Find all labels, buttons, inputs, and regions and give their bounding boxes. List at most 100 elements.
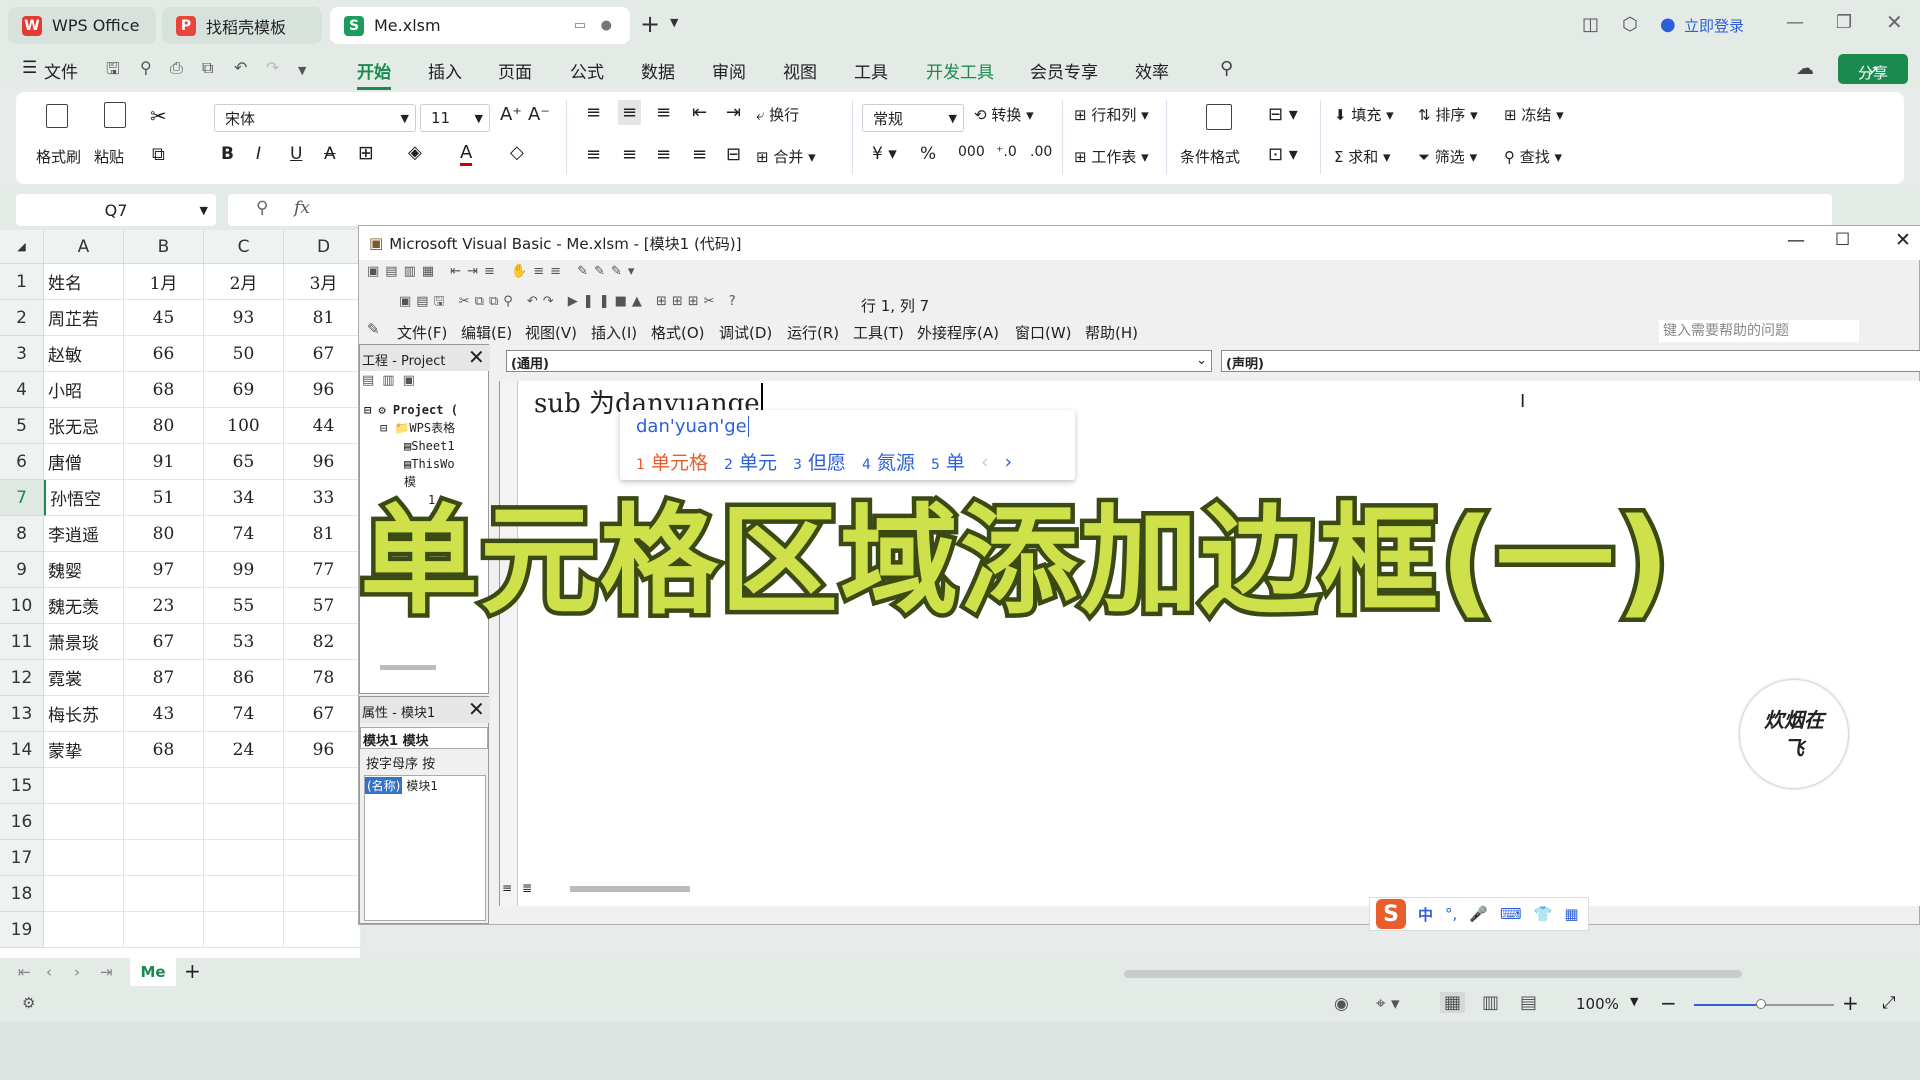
table-cell[interactable] xyxy=(124,804,204,840)
toolbox-icon[interactable]: ▦ xyxy=(1564,905,1578,923)
table-cell[interactable]: 李逍遥 xyxy=(44,516,124,552)
row-header[interactable]: 10 xyxy=(0,588,44,624)
table-cell[interactable]: 霓裳 xyxy=(44,660,124,696)
border-icon[interactable]: ⊞ xyxy=(358,142,374,164)
microphone-icon[interactable]: 🎤 xyxy=(1469,905,1488,923)
menu-efficiency[interactable]: 效率 xyxy=(1135,58,1169,83)
underline-icon[interactable]: U xyxy=(290,144,302,164)
copy-icon[interactable]: ⧉ xyxy=(152,144,165,165)
column-header-a[interactable]: A xyxy=(44,230,124,264)
location-icon[interactable]: ⌖ ▾ xyxy=(1376,994,1400,1014)
row-header[interactable]: 13 xyxy=(0,696,44,732)
table-cell[interactable] xyxy=(284,804,364,840)
column-header-b[interactable]: B xyxy=(124,230,204,264)
code-scrollbar[interactable] xyxy=(570,886,690,892)
table-cell[interactable]: 77 xyxy=(284,552,364,588)
tab-template[interactable]: P 找稻壳模板 xyxy=(162,7,322,44)
table-cell[interactable]: 78 xyxy=(284,660,364,696)
table-cell[interactable]: 99 xyxy=(204,552,284,588)
table-cell[interactable]: 43 xyxy=(124,696,204,732)
hamburger-icon[interactable]: ☰ xyxy=(22,58,37,78)
table-cell[interactable] xyxy=(44,840,124,876)
convert-button[interactable]: ⟲ 转换 ▾ xyxy=(974,104,1034,125)
table-cell[interactable]: 唐僧 xyxy=(44,444,124,480)
tree-node-wps[interactable]: ⊟ 📁WPS表格 xyxy=(364,419,488,437)
table-cell[interactable]: 80 xyxy=(124,408,204,444)
italic-icon[interactable]: I xyxy=(256,144,261,164)
table-cell[interactable]: 100 xyxy=(204,408,284,444)
decrease-font-icon[interactable]: A⁻ xyxy=(528,104,550,125)
sort-button[interactable]: ⇅ 排序 ▾ xyxy=(1418,104,1478,125)
fill-button[interactable]: ⬇ 填充 ▾ xyxy=(1334,104,1394,125)
row-header[interactable]: 12 xyxy=(0,660,44,696)
increase-decimal-icon[interactable]: ⁺.0 xyxy=(996,144,1017,160)
currency-icon[interactable]: ¥ ▾ xyxy=(872,144,897,164)
vba-menu-file[interactable]: 文件(F) xyxy=(397,322,447,343)
number-format-select[interactable]: 常规 ▼ xyxy=(862,104,964,132)
table-cell[interactable]: 57 xyxy=(284,588,364,624)
page-break-icon[interactable]: ▤ xyxy=(1520,992,1537,1013)
row-header[interactable]: 14 xyxy=(0,732,44,768)
table-cell[interactable]: 82 xyxy=(284,624,364,660)
sidebar-toggle-icon[interactable]: ◫ xyxy=(1582,14,1599,35)
vba-menu-window[interactable]: 窗口(W) xyxy=(1015,322,1072,343)
table-cell[interactable] xyxy=(204,768,284,804)
table-cell[interactable]: 23 xyxy=(124,588,204,624)
row-header[interactable]: 6 xyxy=(0,444,44,480)
menu-insert[interactable]: 插入 xyxy=(428,58,462,83)
row-header[interactable]: 5 xyxy=(0,408,44,444)
cube-icon[interactable]: ⬡ xyxy=(1622,14,1638,35)
align-right-icon[interactable]: ≡ xyxy=(656,144,671,165)
add-sheet-icon[interactable]: + xyxy=(184,959,201,983)
format-painter-label[interactable]: 格式刷 xyxy=(36,146,81,167)
vba-edit-toolbar[interactable]: ▣▤▥▦ ⇤⇥≡ ✋≡≡ ✎✎✎▾ xyxy=(367,264,667,286)
table-cell[interactable]: 93 xyxy=(204,300,284,336)
vba-menu-icon[interactable]: ✎ xyxy=(367,320,380,338)
preview-icon[interactable]: ⧉ xyxy=(202,58,213,78)
vba-menu-run[interactable]: 运行(R) xyxy=(787,322,839,343)
prev-sheet-icon[interactable]: ‹ xyxy=(46,963,52,981)
menu-formula[interactable]: 公式 xyxy=(570,58,604,83)
table-cell[interactable]: 86 xyxy=(204,660,284,696)
zoom-level[interactable]: 100% xyxy=(1576,995,1619,1013)
menu-page[interactable]: 页面 xyxy=(498,58,532,83)
ime-chinese-mode[interactable]: 中 xyxy=(1418,904,1433,925)
table-cell[interactable]: 蒙挚 xyxy=(44,732,124,768)
table-cell[interactable]: 梅长苏 xyxy=(44,696,124,732)
properties-tabs[interactable]: 按字母序 按 xyxy=(366,753,435,772)
table-cell[interactable] xyxy=(284,912,364,948)
zoom-icon[interactable]: ⚲ xyxy=(256,198,268,218)
merge-button[interactable]: ⊞ 合并 ▾ xyxy=(756,146,816,167)
freeze-button[interactable]: ⊞ 冻结 ▾ xyxy=(1504,104,1564,125)
table-cell[interactable] xyxy=(44,912,124,948)
indent-icon[interactable]: ⇥ xyxy=(726,102,741,123)
procedure-view-icon[interactable]: ≡ xyxy=(502,881,512,895)
share-button[interactable]: ↗ 分享 xyxy=(1838,54,1908,84)
table-cell[interactable]: 魏婴 xyxy=(44,552,124,588)
table-cell[interactable]: 96 xyxy=(284,372,364,408)
font-color-icon[interactable]: A xyxy=(460,142,473,166)
vba-minimize-icon[interactable]: — xyxy=(1787,230,1805,251)
cell-size-icon[interactable]: ⊡ ▾ xyxy=(1268,144,1298,165)
row-header[interactable]: 9 xyxy=(0,552,44,588)
bold-icon[interactable]: B xyxy=(221,144,234,164)
row-header[interactable]: 11 xyxy=(0,624,44,660)
eye-protection-icon[interactable]: ◉ xyxy=(1334,994,1349,1014)
screen-icon[interactable]: ▭ xyxy=(574,18,586,33)
decrease-decimal-icon[interactable]: .00 xyxy=(1030,144,1052,160)
menu-developer[interactable]: 开发工具 xyxy=(926,58,994,83)
font-family-select[interactable]: 宋体 ▼ xyxy=(214,104,416,132)
table-cell[interactable]: 44 xyxy=(284,408,364,444)
table-cell[interactable]: 68 xyxy=(124,372,204,408)
object-dropdown[interactable]: (通用) ⌄ xyxy=(506,350,1212,372)
project-scrollbar[interactable] xyxy=(380,665,436,670)
table-cell[interactable] xyxy=(204,876,284,912)
row-header[interactable]: 19 xyxy=(0,912,44,948)
search-icon[interactable]: ⚲ xyxy=(1220,58,1233,79)
redo-icon[interactable]: ↷ xyxy=(266,58,279,77)
project-view-toolbar[interactable]: ▤▥▣ xyxy=(362,373,488,395)
table-cell[interactable]: 51 xyxy=(124,480,204,516)
table-cell[interactable]: 2月 xyxy=(204,264,284,300)
save-icon[interactable]: 🖫 xyxy=(106,58,120,85)
vba-maximize-icon[interactable]: ☐ xyxy=(1835,230,1850,250)
